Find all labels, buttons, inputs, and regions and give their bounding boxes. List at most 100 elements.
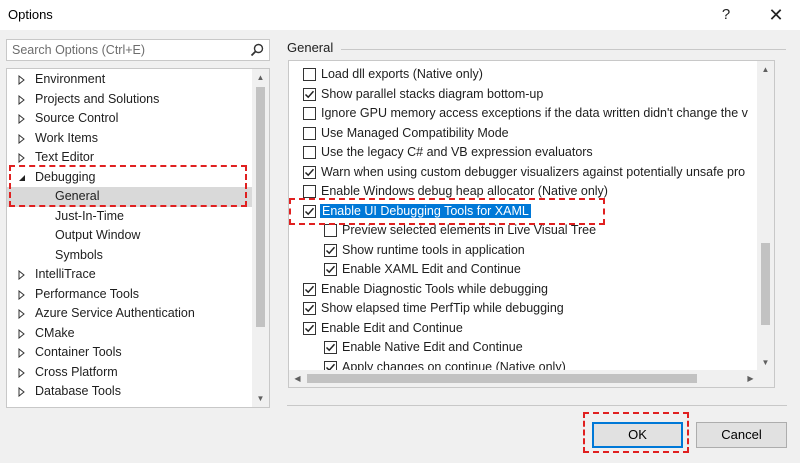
expand-arrow-icon[interactable] [17, 113, 27, 125]
tree-item-label: Performance Tools [35, 286, 139, 301]
expand-arrow-icon[interactable] [17, 386, 27, 398]
option-enable-diagnostic-tools-while-debugging[interactable]: Enable Diagnostic Tools while debugging [303, 280, 773, 300]
option-show-parallel-stacks-diagram-bottom-up[interactable]: Show parallel stacks diagram bottom-up [303, 85, 773, 105]
option-enable-native-edit-and-continue[interactable]: Enable Native Edit and Continue [324, 338, 774, 358]
search-placeholder: Search Options (Ctrl+E) [12, 43, 146, 57]
options-hscrollbar[interactable]: ◀ ▶ [289, 370, 759, 387]
option-use-the-legacy-c-and-vb-expression-evalu[interactable]: Use the legacy C# and VB expression eval… [303, 143, 773, 163]
checkbox-unchecked[interactable] [303, 146, 316, 159]
option-warn-when-using-custom-debugger-visualiz[interactable]: Warn when using custom debugger visualiz… [303, 163, 773, 183]
checkbox-checked[interactable] [324, 341, 337, 354]
close-icon[interactable]: ✕ [756, 0, 796, 30]
option-enable-ui-debugging-tools-for-xaml[interactable]: Enable UI Debugging Tools for XAML [303, 202, 773, 222]
checkbox-unchecked[interactable] [303, 185, 316, 198]
cancel-button[interactable]: Cancel [696, 422, 787, 448]
options-scroll-thumb[interactable] [761, 243, 770, 325]
option-label: Warn when using custom debugger visualiz… [321, 164, 746, 179]
tree-item-projects-and-solutions[interactable]: Projects and Solutions [7, 90, 253, 110]
tree-item-label: Database Tools [35, 384, 121, 398]
tree-item-database-tools[interactable]: Database Tools [7, 382, 253, 402]
scroll-up-icon[interactable]: ▲ [252, 69, 269, 86]
tree-item-intellitrace[interactable]: IntelliTrace [7, 265, 253, 285]
tree-item-just-in-time[interactable]: Just-In-Time [7, 207, 253, 227]
expand-arrow-icon[interactable] [17, 74, 27, 86]
tree-item-general[interactable]: General [7, 187, 253, 207]
expand-arrow-icon[interactable] [17, 347, 27, 359]
checkbox-checked[interactable] [303, 165, 316, 179]
collapse-arrow-icon[interactable] [17, 172, 27, 182]
options-hscroll-thumb[interactable] [307, 374, 697, 383]
option-show-elapsed-time-perftip-while-debuggin[interactable]: Show elapsed time PerfTip while debuggin… [303, 299, 773, 319]
option-label: Enable UI Debugging Tools for XAML [320, 203, 531, 218]
checkbox-checked[interactable] [303, 302, 316, 315]
option-label: Ignore GPU memory access exceptions if t… [321, 106, 748, 120]
checkbox-checked[interactable] [324, 243, 337, 257]
checkbox-checked[interactable] [303, 204, 316, 218]
search-icon[interactable] [249, 42, 265, 58]
tree-item-label: Output Window [55, 228, 141, 242]
ok-button[interactable]: OK [592, 422, 683, 448]
tree-item-label: Source Control [35, 111, 119, 125]
tree-scrollbar[interactable]: ▲ ▼ [252, 69, 269, 407]
tree-item-label: CMake [35, 325, 75, 340]
checkbox-checked[interactable] [303, 282, 316, 296]
tree-item-symbols[interactable]: Symbols [7, 246, 253, 266]
option-show-runtime-tools-in-application[interactable]: Show runtime tools in application [324, 241, 774, 261]
scroll-up-icon[interactable]: ▲ [757, 61, 774, 78]
tree-item-environment[interactable]: Environment [7, 70, 253, 90]
checkbox-unchecked[interactable] [303, 107, 316, 120]
option-ignore-gpu-memory-access-exceptions-if-t[interactable]: Ignore GPU memory access exceptions if t… [303, 104, 773, 124]
option-use-managed-compatibility-mode[interactable]: Use Managed Compatibility Mode [303, 124, 773, 144]
option-enable-xaml-edit-and-continue[interactable]: Enable XAML Edit and Continue [324, 260, 774, 280]
expand-arrow-icon[interactable] [17, 133, 27, 144]
tree-item-label: Work Items [35, 130, 98, 145]
option-enable-windows-debug-heap-allocator-nati[interactable]: Enable Windows debug heap allocator (Nat… [303, 182, 773, 202]
option-preview-selected-elements-in-live-visual[interactable]: Preview selected elements in Live Visual… [324, 221, 774, 241]
tree-item-azure-service-authentication[interactable]: Azure Service Authentication [7, 304, 253, 324]
tree-item-cmake[interactable]: CMake [7, 324, 253, 344]
options-vscrollbar[interactable]: ▲ ▼ [757, 61, 774, 371]
tree-item-source-control[interactable]: Source Control [7, 109, 253, 129]
options-tree[interactable]: Database Tools Cross Platform Container To… [6, 68, 270, 408]
option-load-dll-exports-native-only[interactable]: Load dll exports (Native only) [303, 65, 773, 85]
tree-item-label: Just-In-Time [55, 208, 124, 223]
tree-item-text-editor[interactable]: Text Editor [7, 148, 253, 168]
option-label: Enable Native Edit and Continue [342, 340, 523, 354]
help-icon[interactable]: ? [706, 0, 746, 30]
tree-item-work-items[interactable]: Work Items [7, 129, 253, 149]
option-label: Enable XAML Edit and Continue [342, 262, 521, 276]
expand-arrow-icon[interactable] [17, 269, 27, 281]
tree-item-label: IntelliTrace [35, 267, 96, 281]
tree-scroll-thumb[interactable] [256, 87, 265, 327]
expand-arrow-icon[interactable] [17, 308, 27, 320]
checkbox-unchecked[interactable] [303, 126, 316, 140]
checkbox-unchecked[interactable] [303, 68, 316, 81]
tree-item-debugging[interactable]: Debugging [7, 168, 253, 188]
search-input[interactable]: Search Options (Ctrl+E) [6, 39, 270, 61]
scroll-down-icon[interactable]: ▼ [757, 354, 774, 371]
tree-item-label: Symbols [55, 247, 103, 262]
expand-arrow-icon[interactable] [17, 328, 27, 339]
footer-divider [287, 405, 787, 406]
expand-arrow-icon[interactable] [17, 94, 27, 105]
checkbox-check-icon [304, 90, 315, 98]
expand-arrow-icon[interactable] [17, 367, 27, 378]
expand-arrow-icon[interactable] [17, 152, 27, 164]
tree-item-performance-tools[interactable]: Performance Tools [7, 285, 253, 305]
checkbox-checked[interactable] [303, 87, 316, 101]
scroll-down-icon[interactable]: ▼ [252, 390, 269, 407]
tree-item-output-window[interactable]: Output Window [7, 226, 253, 246]
option-label: Show runtime tools in application [342, 242, 525, 257]
option-enable-edit-and-continue[interactable]: Enable Edit and Continue [303, 319, 773, 339]
checkbox-check-icon [304, 304, 315, 313]
checkbox-checked[interactable] [303, 321, 316, 335]
scroll-left-icon[interactable]: ◀ [289, 370, 306, 387]
checkbox-unchecked[interactable] [324, 224, 337, 237]
tree-item-label: Environment [35, 72, 106, 86]
checkbox-check-icon [325, 343, 336, 352]
tree-item-container-tools[interactable]: Container Tools [7, 343, 253, 363]
expand-arrow-icon[interactable] [17, 289, 27, 300]
checkbox-checked[interactable] [324, 263, 337, 276]
tree-item-cross-platform[interactable]: Cross Platform [7, 363, 253, 383]
options-list[interactable]: Apply changes on continue (Native only) E… [288, 60, 775, 388]
